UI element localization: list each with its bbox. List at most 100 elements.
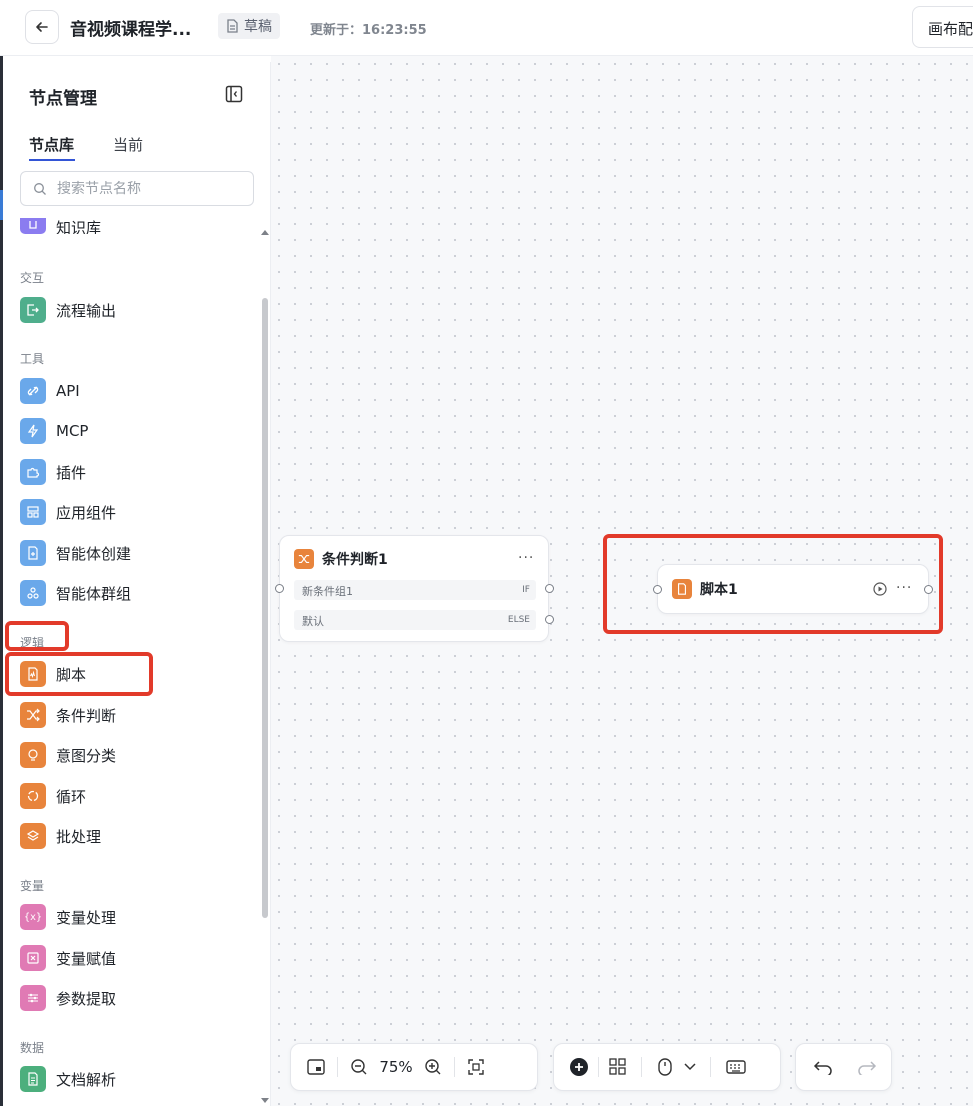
group-label-tools: 工具 [20, 352, 45, 366]
node-item-var-assign[interactable]: 变量赋值 [17, 941, 247, 975]
node-title: 条件判断1 [322, 552, 388, 568]
auto-layout-button[interactable] [603, 1052, 633, 1082]
shortcuts-button[interactable] [721, 1052, 751, 1082]
node-label: API [56, 382, 80, 400]
flow-output-icon [20, 297, 46, 323]
search-box[interactable] [20, 171, 254, 206]
edit-toolbar [553, 1043, 781, 1091]
zoom-out-icon [351, 1059, 367, 1075]
node-label: 意图分类 [56, 746, 117, 765]
status-text: 草稿 [244, 19, 272, 35]
tab-current[interactable]: 当前 [113, 134, 143, 155]
zoom-in-icon [425, 1059, 441, 1075]
scroll-down-arrow[interactable] [261, 1098, 269, 1103]
node-item-mcp[interactable]: MCP [17, 414, 247, 448]
redo-button[interactable] [852, 1052, 882, 1082]
node-label: MCP [56, 422, 89, 440]
group-label-variables: 变量 [20, 879, 45, 893]
lightning-icon [20, 418, 46, 444]
node-item-app-component[interactable]: 应用组件 [17, 495, 247, 529]
active-tab-indicator [29, 159, 75, 161]
output-port-else[interactable] [545, 615, 554, 624]
interaction-mode-button[interactable] [650, 1052, 680, 1082]
condition-label: 默认 [302, 615, 324, 628]
knowledge-icon [20, 218, 46, 234]
more-options-icon[interactable]: ··· [518, 550, 534, 566]
zoom-in-button[interactable] [418, 1052, 448, 1082]
condition-row-else[interactable]: 默认 ELSE [294, 610, 536, 630]
collapse-panel-icon[interactable] [225, 85, 243, 103]
node-item-batch[interactable]: 批处理 [17, 819, 247, 853]
node-item-plugin[interactable]: 插件 [17, 455, 247, 489]
node-item-condition[interactable]: 条件判断 [17, 698, 247, 732]
node-item-param-extract[interactable]: 参数提取 [17, 981, 247, 1015]
minimap-icon [307, 1059, 325, 1075]
document-parse-icon [20, 1066, 46, 1092]
zoom-out-button[interactable] [344, 1052, 374, 1082]
condition-tag: ELSE [507, 615, 530, 625]
plus-circle-icon [570, 1058, 588, 1076]
condition-tag: IF [522, 585, 530, 595]
node-item-loop[interactable]: 循环 [17, 779, 247, 813]
workflow-title[interactable]: 音视频课程学... [70, 15, 191, 40]
zoom-level[interactable]: 75% [374, 1058, 418, 1076]
fit-view-icon [468, 1059, 484, 1075]
node-item-flow-output[interactable]: 流程输出 [17, 293, 247, 327]
canvas-config-button[interactable]: 画布配 [912, 6, 973, 48]
node-item-agent-group[interactable]: 智能体群组 [17, 576, 247, 610]
back-button[interactable] [25, 10, 59, 44]
lightbulb-icon [20, 742, 46, 768]
undo-button[interactable] [808, 1052, 838, 1082]
node-item-agent-create[interactable]: 智能体创建 [17, 536, 247, 570]
top-header: 音视频课程学... 草稿 更新于：16:23:55 画布配 [0, 0, 973, 56]
scroll-up-arrow[interactable] [261, 230, 269, 235]
redo-icon [858, 1061, 877, 1075]
group-icon [20, 580, 46, 606]
group-label-interaction: 交互 [20, 271, 45, 285]
node-item-var-process[interactable]: {x} 变量处理 [17, 900, 247, 934]
shuffle-icon [294, 549, 314, 569]
condition-node[interactable]: 条件判断1 ··· 新条件组1 IF 默认 ELSE [275, 535, 554, 642]
sliders-icon [20, 985, 46, 1011]
node-item-api[interactable]: API [17, 374, 247, 408]
node-label: 变量处理 [56, 908, 117, 927]
braces-x-icon: {x} [20, 904, 46, 930]
node-label: 流程输出 [56, 301, 117, 320]
node-label: 应用组件 [56, 503, 117, 522]
view-toolbar: 75% [290, 1043, 538, 1091]
node-label: 智能体创建 [56, 544, 132, 563]
node-label: 智能体群组 [56, 584, 132, 603]
node-item-intent[interactable]: 意图分类 [17, 738, 247, 772]
interaction-mode-dropdown[interactable] [680, 1052, 700, 1082]
node-label: 插件 [56, 463, 87, 482]
mouse-icon [658, 1058, 672, 1076]
search-icon [34, 182, 46, 195]
updated-time: 更新于：16:23:55 [310, 23, 427, 38]
undo-icon [813, 1061, 832, 1075]
fit-view-button[interactable] [461, 1052, 491, 1082]
output-port-if[interactable] [545, 584, 554, 593]
node-label: 循环 [56, 787, 87, 806]
minimap-button[interactable] [301, 1052, 331, 1082]
component-icon [20, 499, 46, 525]
chevron-down-icon [684, 1063, 696, 1071]
highlight-box-logic-group [5, 621, 69, 651]
sidebar-scrollbar[interactable] [262, 298, 268, 918]
arrow-left-icon [36, 22, 48, 32]
node-label: 条件判断 [56, 706, 117, 725]
add-node-button[interactable] [564, 1052, 594, 1082]
node-item-knowledge[interactable]: 知识库 [17, 212, 247, 234]
search-input[interactable] [55, 179, 239, 198]
condition-row-if[interactable]: 新条件组1 IF [294, 580, 536, 600]
sidebar-title: 节点管理 [29, 89, 97, 109]
input-port[interactable] [275, 584, 284, 593]
condition-label: 新条件组1 [302, 585, 353, 598]
puzzle-icon [20, 459, 46, 485]
tab-node-library[interactable]: 节点库 [29, 134, 74, 155]
highlight-box-script-item [5, 652, 153, 696]
history-toolbar [795, 1043, 892, 1091]
node-item-doc-parse[interactable]: 文档解析 [17, 1062, 247, 1096]
agent-create-icon [20, 540, 46, 566]
node-label: 文档解析 [56, 1070, 117, 1089]
keyboard-icon [726, 1060, 746, 1074]
